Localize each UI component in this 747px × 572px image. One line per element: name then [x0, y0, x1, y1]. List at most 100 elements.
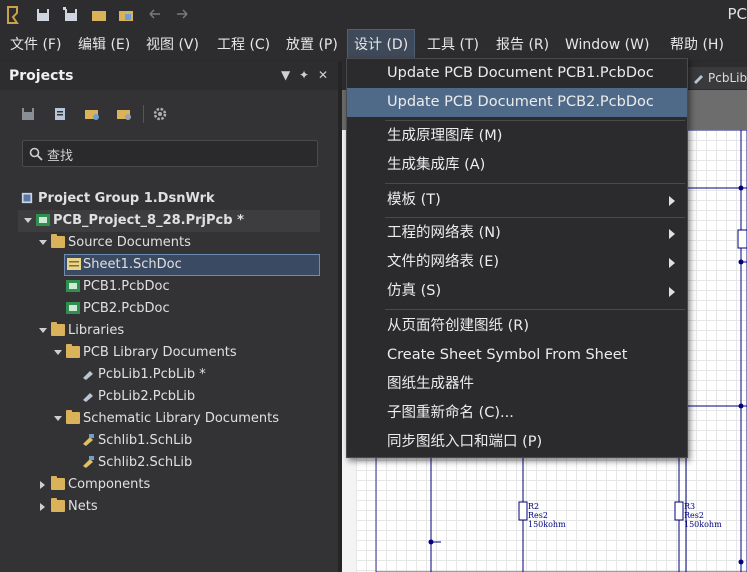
tree-schlib2[interactable]: Schlib2.SchLib	[80, 452, 320, 474]
tree-schlib1[interactable]: Schlib1.SchLib	[80, 430, 320, 452]
menu-separator	[385, 217, 685, 218]
panel-menu-icon[interactable]: ▼	[281, 68, 290, 82]
menu-document-netlist[interactable]: 文件的网络表 (E)	[347, 248, 687, 277]
menu-reports[interactable]: 报告 (R)	[494, 30, 551, 60]
schlib-icon	[83, 434, 94, 446]
save-icon[interactable]	[34, 6, 52, 24]
tree-schematic-library-documents[interactable]: Schematic Library Documents	[51, 408, 331, 430]
menu-rename-child-sheet[interactable]: 子图重新命名 (C)...	[347, 399, 687, 428]
project-options-icon[interactable]	[84, 106, 100, 122]
r2-ohm: 150kohm	[528, 520, 566, 529]
panel-splitter[interactable]	[338, 62, 342, 572]
tree-project[interactable]: PCB_Project_8_28.PrjPcb *	[18, 210, 320, 232]
pcblib-icon	[83, 393, 93, 402]
menu-rename-child-sheet-label: 子图重新命名 (C)...	[387, 405, 514, 421]
folder-icon	[51, 498, 65, 512]
tab-pcblib[interactable]: PcbLib	[686, 67, 747, 89]
nets-label: Nets	[68, 499, 98, 514]
menu-create-symbol-from-sheet-label: Create Sheet Symbol From Sheet	[387, 347, 628, 363]
collapse-icon[interactable]	[54, 416, 62, 421]
menu-separator	[385, 120, 685, 121]
workspace-icon	[21, 192, 33, 204]
menu-window[interactable]: Window (W)	[563, 30, 651, 60]
tree-nets[interactable]: Nets	[36, 496, 326, 518]
menu-create-symbol-from-sheet[interactable]: Create Sheet Symbol From Sheet	[347, 341, 687, 370]
search-icon	[29, 147, 43, 161]
window-title: PC	[727, 5, 747, 23]
search-input[interactable]: 查找	[22, 140, 318, 167]
menu-tools[interactable]: 工具 (T)	[425, 30, 481, 60]
tree-source-documents[interactable]: Source Documents	[36, 232, 326, 254]
pcblib-icon	[83, 371, 93, 380]
folder-icon	[51, 476, 65, 490]
menu-templates-label: 模板 (T)	[387, 192, 441, 208]
schematic-doc-icon	[67, 258, 81, 270]
menu-generate-intlib[interactable]: 生成集成库 (A)	[347, 151, 687, 180]
close-icon[interactable]: ✕	[318, 68, 328, 82]
collapse-icon[interactable]	[39, 328, 47, 333]
collapse-icon[interactable]	[24, 218, 32, 223]
tree-pcblib1[interactable]: PcbLib1.PcbLib *	[80, 364, 320, 386]
submenu-arrow-icon	[669, 196, 675, 206]
tree-pcb2[interactable]: PCB2.PcbDoc	[64, 298, 320, 320]
menu-project-netlist[interactable]: 工程的网络表 (N)	[347, 219, 687, 248]
menu-file[interactable]: 文件 (F)	[8, 30, 63, 60]
menu-generate-schlib[interactable]: 生成原理图库 (M)	[347, 122, 687, 151]
collapse-icon[interactable]	[39, 240, 47, 245]
save-icon[interactable]	[20, 106, 36, 122]
menu-sync-sheet-entries[interactable]: 同步图纸入口和端口 (P)	[347, 428, 687, 457]
resistor-r3-label: R3 Res2 150kohm	[684, 502, 722, 529]
gear-icon[interactable]	[152, 106, 168, 122]
menu-simulate[interactable]: 仿真 (S)	[347, 277, 687, 306]
save-all-icon[interactable]	[62, 6, 80, 24]
compile-icon[interactable]	[52, 106, 68, 122]
folder-icon	[66, 344, 80, 358]
menu-sheet-to-component[interactable]: 图纸生成器件	[347, 370, 687, 399]
menu-design[interactable]: 设计 (D)	[346, 29, 416, 61]
tree-components[interactable]: Components	[36, 474, 326, 496]
tree-project-group[interactable]: Project Group 1.DsnWrk	[18, 188, 318, 210]
redo-icon[interactable]	[173, 6, 191, 24]
menu-project[interactable]: 工程 (C)	[215, 30, 272, 60]
toolbar-divider	[143, 105, 144, 123]
menu-update-pcb1-label: Update PCB Document PCB1.PcbDoc	[387, 65, 654, 81]
tab-pcblib-label: PcbLib	[708, 71, 747, 85]
tree-pcb1[interactable]: PCB1.PcbDoc	[64, 276, 320, 298]
menu-create-sheet-from-symbol[interactable]: 从页面符创建图纸 (R)	[347, 312, 687, 341]
collapse-icon[interactable]	[54, 350, 62, 355]
menu-templates[interactable]: 模板 (T)	[347, 186, 687, 215]
undo-icon[interactable]	[146, 6, 164, 24]
tree-sheet1[interactable]: Sheet1.SchDoc	[64, 254, 320, 276]
search-placeholder: 查找	[47, 149, 74, 164]
menu-sheet-to-component-label: 图纸生成器件	[387, 376, 474, 392]
schematic-library-documents-label: Schematic Library Documents	[83, 411, 279, 426]
tree-pcb-library-documents[interactable]: PCB Library Documents	[51, 342, 321, 364]
menu-update-pcb1[interactable]: Update PCB Document PCB1.PcbDoc	[347, 59, 687, 88]
menu-simulate-label: 仿真 (S)	[387, 283, 442, 299]
tree-libraries[interactable]: Libraries	[36, 320, 326, 342]
libraries-label: Libraries	[68, 323, 125, 338]
pcb-doc-icon	[66, 280, 80, 292]
r3-ref: R3	[684, 502, 696, 511]
menu-place[interactable]: 放置 (P)	[284, 30, 340, 60]
menu-edit[interactable]: 编辑 (E)	[76, 30, 132, 60]
pcblib2-label: PcbLib2.PcbLib	[98, 389, 196, 404]
menu-view[interactable]: 视图 (V)	[144, 30, 201, 60]
menu-update-pcb2[interactable]: Update PCB Document PCB2.PcbDoc	[347, 88, 687, 117]
pin-icon[interactable]: ✦	[299, 68, 309, 82]
components-label: Components	[68, 477, 151, 492]
tree-pcblib2[interactable]: PcbLib2.PcbLib	[80, 386, 320, 408]
menu-help[interactable]: 帮助 (H)	[668, 30, 726, 60]
pcb2-label: PCB2.PcbDoc	[83, 301, 170, 316]
pcb-project-icon	[36, 214, 50, 226]
open-project-icon[interactable]	[117, 6, 135, 24]
menu-document-netlist-label: 文件的网络表 (E)	[387, 254, 500, 270]
project-settings-icon[interactable]	[116, 106, 132, 122]
pcb-library-documents-label: PCB Library Documents	[83, 345, 237, 360]
expand-icon[interactable]	[40, 481, 45, 489]
menu-update-pcb2-label: Update PCB Document PCB2.PcbDoc	[387, 94, 654, 110]
expand-icon[interactable]	[40, 503, 45, 511]
r2-val: Res2	[528, 511, 548, 520]
open-folder-icon[interactable]	[90, 6, 108, 24]
schlib1-label: Schlib1.SchLib	[98, 433, 193, 448]
